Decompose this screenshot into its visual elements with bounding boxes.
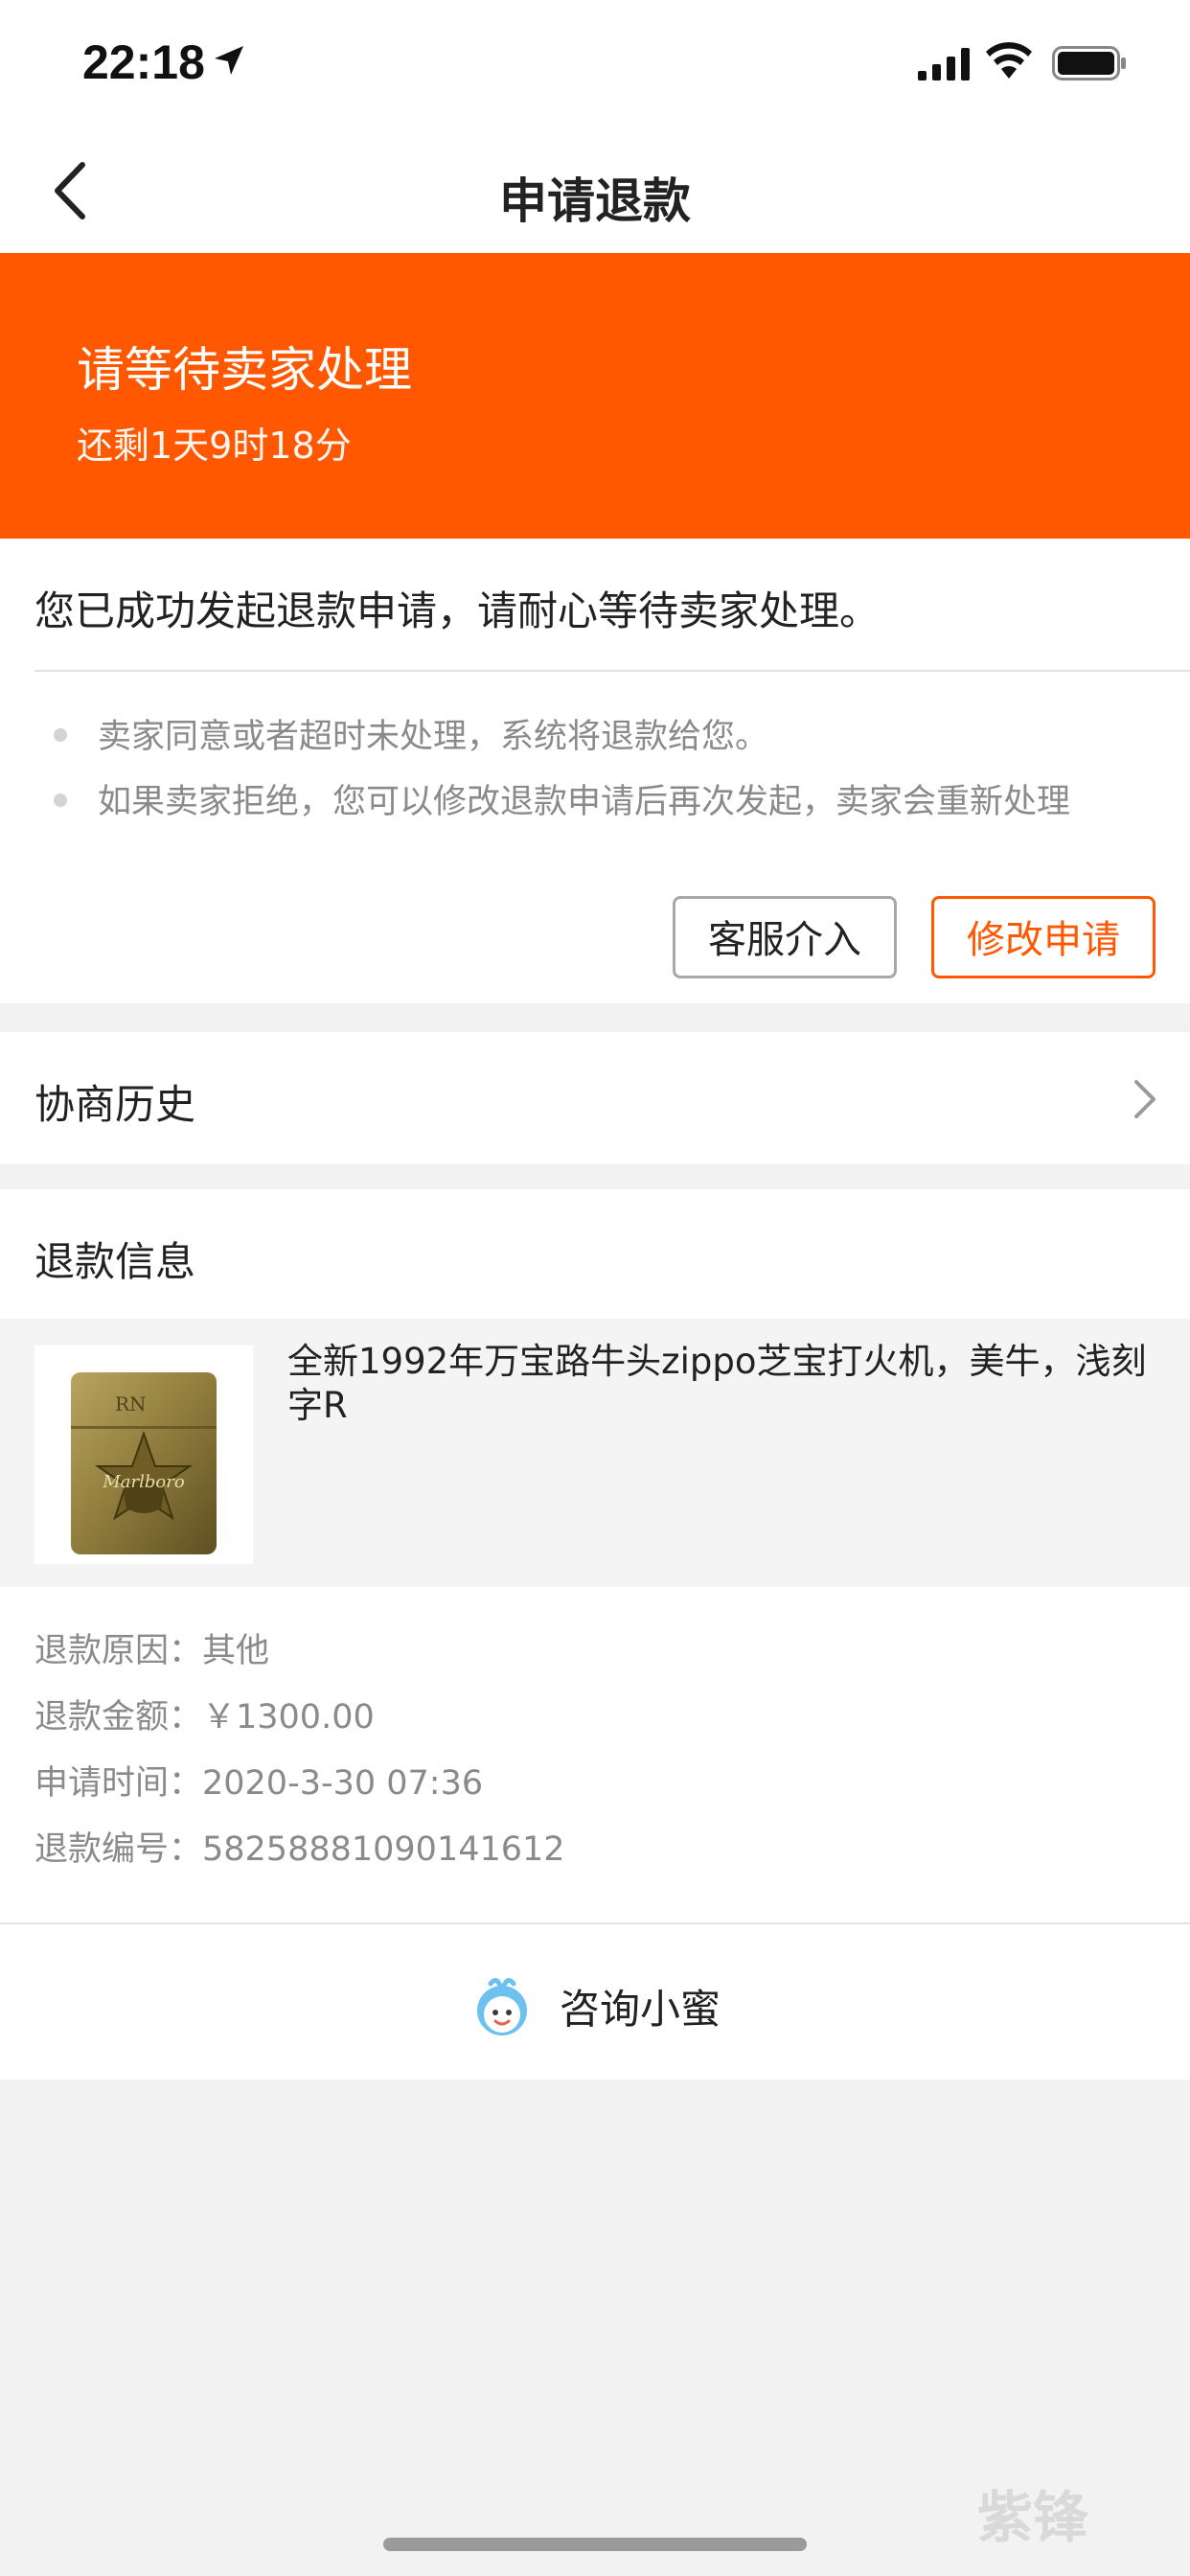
negotiation-history-row[interactable]: 协商历史 xyxy=(0,1032,1190,1164)
product-row[interactable]: RN Marlboro 全新1992年万宝路牛头zippo芝宝打火机，美牛，浅刻… xyxy=(0,1319,1190,1587)
modify-request-button[interactable]: 修改申请 xyxy=(931,896,1156,978)
consult-label: 咨询小蜜 xyxy=(560,1986,721,2033)
consult-assistant-button[interactable]: 咨询小蜜 xyxy=(0,1924,1190,2080)
engraving-text: RN xyxy=(115,1392,147,1415)
status-time: 22:18 xyxy=(82,35,205,89)
refund-reason: 退款原因：其他 xyxy=(34,1632,270,1670)
status-message: 您已成功发起退款申请，请耐心等待卖家处理。 xyxy=(34,587,881,634)
refund-info-header: 退款信息 xyxy=(0,1189,1190,1319)
bullet-text: 卖家同意或者超时未处理，系统将退款给您。 xyxy=(98,718,769,756)
wifi-icon xyxy=(986,42,1032,79)
customer-service-button[interactable]: 客服介入 xyxy=(673,896,897,978)
status-banner: 请等待卖家处理 还剩1天9时18分 xyxy=(0,253,1190,539)
page-title: 申请退款 xyxy=(499,173,691,229)
nav-bar: 申请退款 xyxy=(0,126,1190,253)
bullet-text: 如果卖家拒绝，您可以修改退款申请后再次发起，卖家会重新处理 xyxy=(98,783,1071,821)
bullet-dot xyxy=(54,728,67,742)
divider xyxy=(34,670,1190,672)
history-label: 协商历史 xyxy=(34,1081,196,1128)
location-arrow-icon xyxy=(215,46,243,75)
product-image: RN Marlboro xyxy=(34,1346,253,1564)
chevron-right-icon xyxy=(1134,1080,1156,1118)
home-indicator[interactable] xyxy=(383,2538,807,2551)
bullet-dot xyxy=(54,794,67,807)
assistant-mascot-icon xyxy=(477,1978,527,2036)
product-name: 全新1992年万宝路牛头zippo芝宝打火机，美牛，浅刻字R xyxy=(287,1341,1147,1426)
countdown-text: 还剩1天9时18分 xyxy=(77,425,352,467)
section-title: 退款信息 xyxy=(34,1238,196,1285)
request-time: 申请时间：2020-3-30 07:36 xyxy=(34,1764,484,1803)
refund-amount: 退款金额：￥1300.00 xyxy=(34,1698,375,1736)
zippo-lighter-image: RN Marlboro xyxy=(34,1346,253,1564)
logo-text: Marlboro xyxy=(102,1472,184,1492)
refund-number: 退款编号：58258881090141612 xyxy=(34,1830,565,1869)
watermark-logo: 紫锋 xyxy=(977,2485,1089,2550)
status-card: 您已成功发起退款申请，请耐心等待卖家处理。 卖家同意或者超时未处理，系统将退款给… xyxy=(0,539,1190,1003)
refund-details: 退款原因：其他 退款金额：￥1300.00 申请时间：2020-3-30 07:… xyxy=(0,1587,1190,1922)
cellular-signal-icon xyxy=(918,48,970,80)
status-bar: 22:18 xyxy=(0,0,1190,126)
banner-title: 请等待卖家处理 xyxy=(77,342,412,398)
battery-icon xyxy=(1052,46,1126,80)
